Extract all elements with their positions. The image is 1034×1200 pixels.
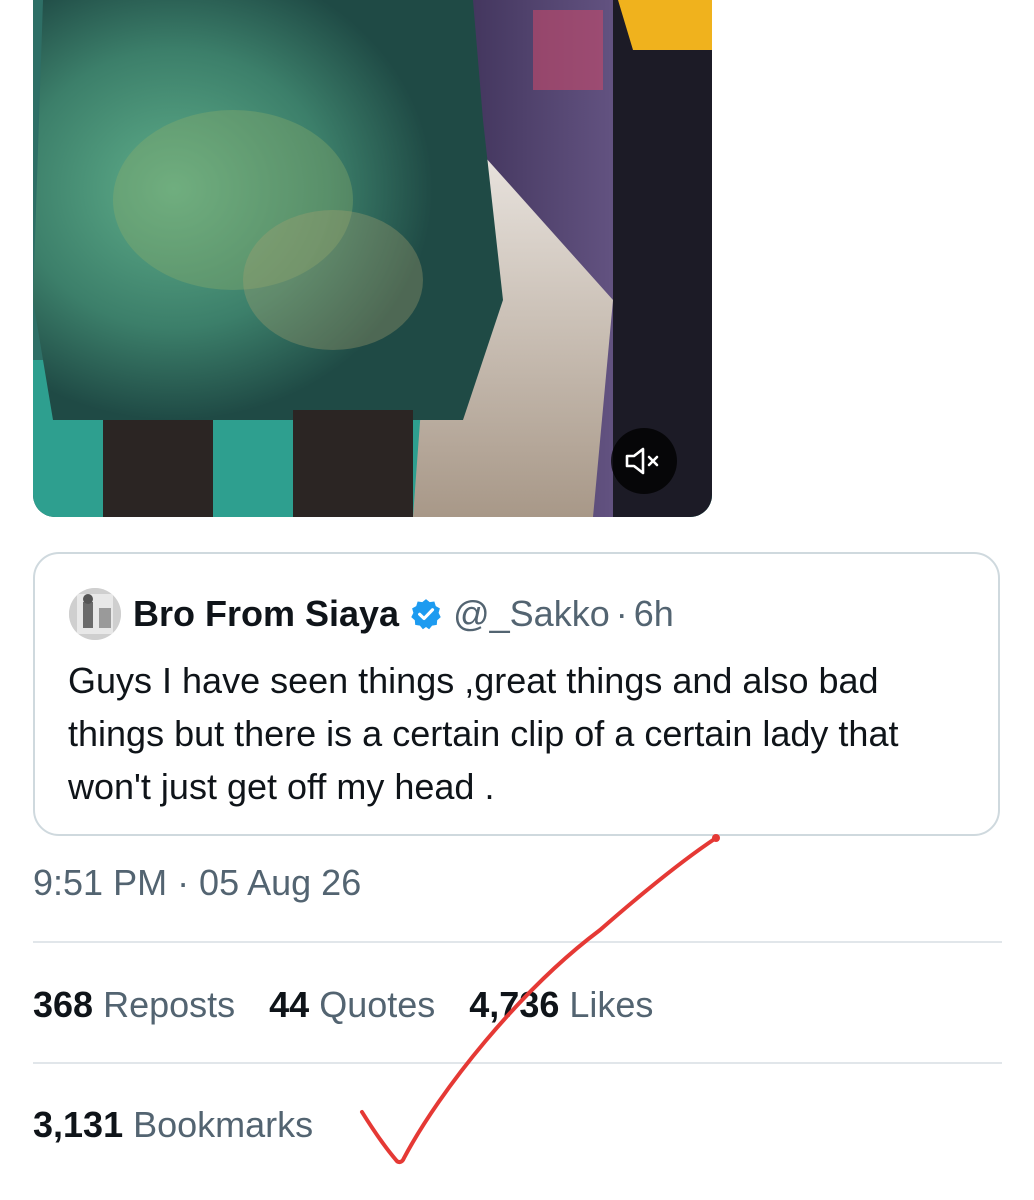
divider: [33, 941, 1002, 943]
quoted-tweet-header: Bro From Siaya @_Sakko · 6h: [69, 588, 674, 640]
verified-badge-icon: [411, 599, 441, 630]
quotes-count: 44: [269, 984, 320, 1025]
bookmarks-stat[interactable]: 3,131 Bookmarks: [33, 1104, 313, 1146]
divider: [33, 1062, 1002, 1064]
mute-button[interactable]: [611, 428, 677, 494]
reposts-stat[interactable]: 368 Reposts: [33, 984, 235, 1026]
likes-stat[interactable]: 4,736 Likes: [469, 984, 653, 1026]
video-frame: [33, 0, 712, 517]
tweet-video[interactable]: [33, 0, 712, 517]
likes-label: Likes: [569, 984, 654, 1025]
quoted-tweet-card[interactable]: Bro From Siaya @_Sakko · 6h Guys I have …: [33, 552, 1000, 836]
likes-count: 4,736: [469, 984, 570, 1025]
avatar[interactable]: [69, 588, 121, 640]
bookmarks-label: Bookmarks: [133, 1104, 314, 1145]
volume-mute-icon: [625, 447, 659, 475]
reposts-label: Reposts: [103, 984, 236, 1025]
tweet-timestamp[interactable]: 9:51 PM · 05 Aug 26: [33, 862, 361, 904]
quoted-handle[interactable]: @_Sakko: [453, 593, 610, 635]
quotes-label: Quotes: [319, 984, 436, 1025]
reposts-count: 368: [33, 984, 104, 1025]
quoted-display-name[interactable]: Bro From Siaya: [133, 593, 399, 635]
engagement-stats: 368 Reposts 44 Quotes 4,736 Likes: [33, 984, 687, 1026]
bookmarks-count: 3,131: [33, 1104, 134, 1145]
quoted-time[interactable]: 6h: [634, 593, 674, 635]
separator-dot: ·: [615, 593, 628, 634]
quoted-tweet-text: Guys I have seen things ,great things an…: [68, 660, 899, 807]
avatar-image: [69, 588, 121, 640]
quotes-stat[interactable]: 44 Quotes: [269, 984, 435, 1026]
